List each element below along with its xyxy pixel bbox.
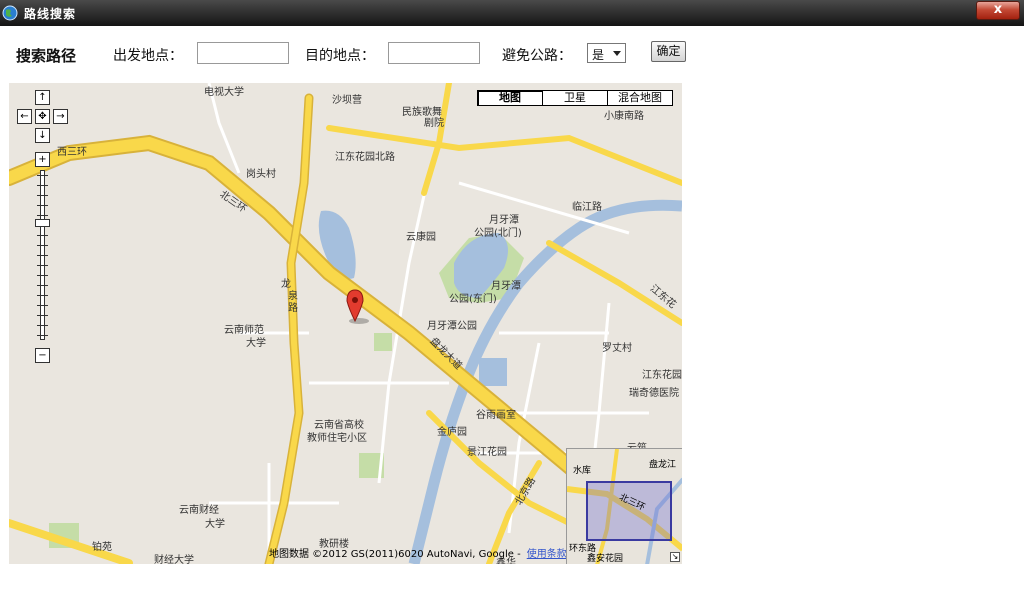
- overview-viewport-frame[interactable]: [586, 481, 672, 541]
- destination-label: 目的地点：: [305, 48, 375, 64]
- copyright-text: 地图数据 ©2012 GS(2011)6020 AutoNavi, Google…: [269, 549, 521, 560]
- map-copyright: 地图数据 ©2012 GS(2011)6020 AutoNavi, Google…: [269, 545, 567, 560]
- zoom-in-button[interactable]: +: [35, 152, 50, 167]
- zoom-tick: [37, 215, 48, 216]
- zoom-tick: [37, 295, 48, 296]
- map-type-satellite[interactable]: 卫星: [542, 90, 608, 106]
- avoid-highway-value: 是: [592, 48, 605, 62]
- zoom-tick: [37, 325, 48, 326]
- zoom-tick: [37, 285, 48, 286]
- map-label: 电视大学: [204, 87, 244, 98]
- map-label: 小康南路: [604, 111, 644, 122]
- map-label: 西三环: [57, 147, 87, 158]
- zoom-tick: [37, 305, 48, 306]
- zoom-tick: [37, 235, 48, 236]
- map-label: 大学: [205, 519, 225, 530]
- avoid-highway-label: 避免公路：: [502, 48, 572, 64]
- window-title: 路线搜索: [24, 6, 77, 21]
- map-label: 罗丈村: [602, 343, 632, 354]
- search-heading: 搜索路径: [16, 47, 77, 65]
- map-label: 路: [288, 303, 298, 314]
- zoom-tick: [37, 315, 48, 316]
- pan-left-button[interactable]: ←: [17, 109, 32, 124]
- map-label: 江东花园: [642, 370, 682, 381]
- zoom-out-button[interactable]: −: [35, 348, 50, 363]
- pan-right-button[interactable]: →: [53, 109, 68, 124]
- overview-map[interactable]: 水库 盘龙江 北三环 环东路 鑫安花园 ↘: [566, 448, 682, 564]
- map-label: 沙坝营: [332, 95, 362, 106]
- avoid-highway-select[interactable]: 是: [587, 43, 626, 63]
- terms-link[interactable]: 使用条款: [527, 549, 567, 560]
- zoom-slider-thumb[interactable]: [35, 219, 50, 227]
- pan-center-button[interactable]: ✥: [35, 109, 50, 124]
- confirm-button[interactable]: 确定: [651, 41, 686, 62]
- map-type-hybrid[interactable]: 混合地图: [607, 90, 673, 106]
- map-label: 岗头村: [246, 169, 276, 180]
- map-label: 江东花园北路: [335, 152, 395, 163]
- origin-label: 出发地点：: [113, 48, 183, 64]
- zoom-tick: [37, 275, 48, 276]
- origin-input[interactable]: [197, 42, 289, 64]
- zoom-tick: [37, 195, 48, 196]
- overview-label: 盘龙江: [649, 460, 677, 470]
- map-label: 公园(东门): [449, 294, 497, 305]
- overview-toggle-icon[interactable]: ↘: [670, 552, 680, 562]
- dropdown-arrow-icon: [613, 51, 621, 56]
- map-label: 大学: [246, 338, 266, 349]
- zoom-tick: [37, 205, 48, 206]
- map-label: 景江花园: [467, 447, 507, 458]
- zoom-tick: [37, 335, 48, 336]
- globe-icon: [2, 5, 18, 21]
- destination-input[interactable]: [388, 42, 480, 64]
- map-label: 铂苑: [92, 542, 112, 553]
- map-label: 财经大学: [154, 555, 194, 564]
- map-label: 剧院: [424, 118, 444, 129]
- overview-label: 水库: [573, 466, 592, 476]
- zoom-tick: [37, 265, 48, 266]
- map-view[interactable]: 电视大学 沙坝营 民族歌舞 剧院 小康南路 西三环 江东花园北路 岗头村 北三环 临江路 月牙潭 公园…: [9, 83, 682, 564]
- zoom-tick: [37, 255, 48, 256]
- map-label: 公园(北门): [474, 228, 522, 239]
- map-type-map[interactable]: 地图: [477, 90, 543, 106]
- map-label: 金庐园: [437, 427, 467, 438]
- map-label: 月牙潭公园: [427, 321, 477, 332]
- pan-down-button[interactable]: ↓: [35, 128, 50, 143]
- map-label: 云康园: [406, 232, 436, 243]
- zoom-tick: [37, 245, 48, 246]
- close-button[interactable]: x: [976, 1, 1020, 20]
- map-label: 谷雨画室: [476, 410, 516, 421]
- map-label: 临江路: [572, 202, 602, 213]
- pan-up-button[interactable]: ↑: [35, 90, 50, 105]
- map-type-control: 地图 卫星 混合地图: [477, 90, 673, 106]
- map-label: 瑞奇德医院: [629, 388, 679, 399]
- title-bar: 路线搜索 x: [0, 0, 1024, 26]
- overview-label: 鑫安花园: [587, 554, 624, 564]
- map-label: 云南财经: [179, 505, 219, 516]
- zoom-tick: [37, 175, 48, 176]
- search-toolbar: 搜索路径 出发地点： 目的地点： 避免公路： 是 确定: [0, 36, 1024, 70]
- zoom-tick: [37, 185, 48, 186]
- map-label: 教师住宅小区: [307, 433, 367, 444]
